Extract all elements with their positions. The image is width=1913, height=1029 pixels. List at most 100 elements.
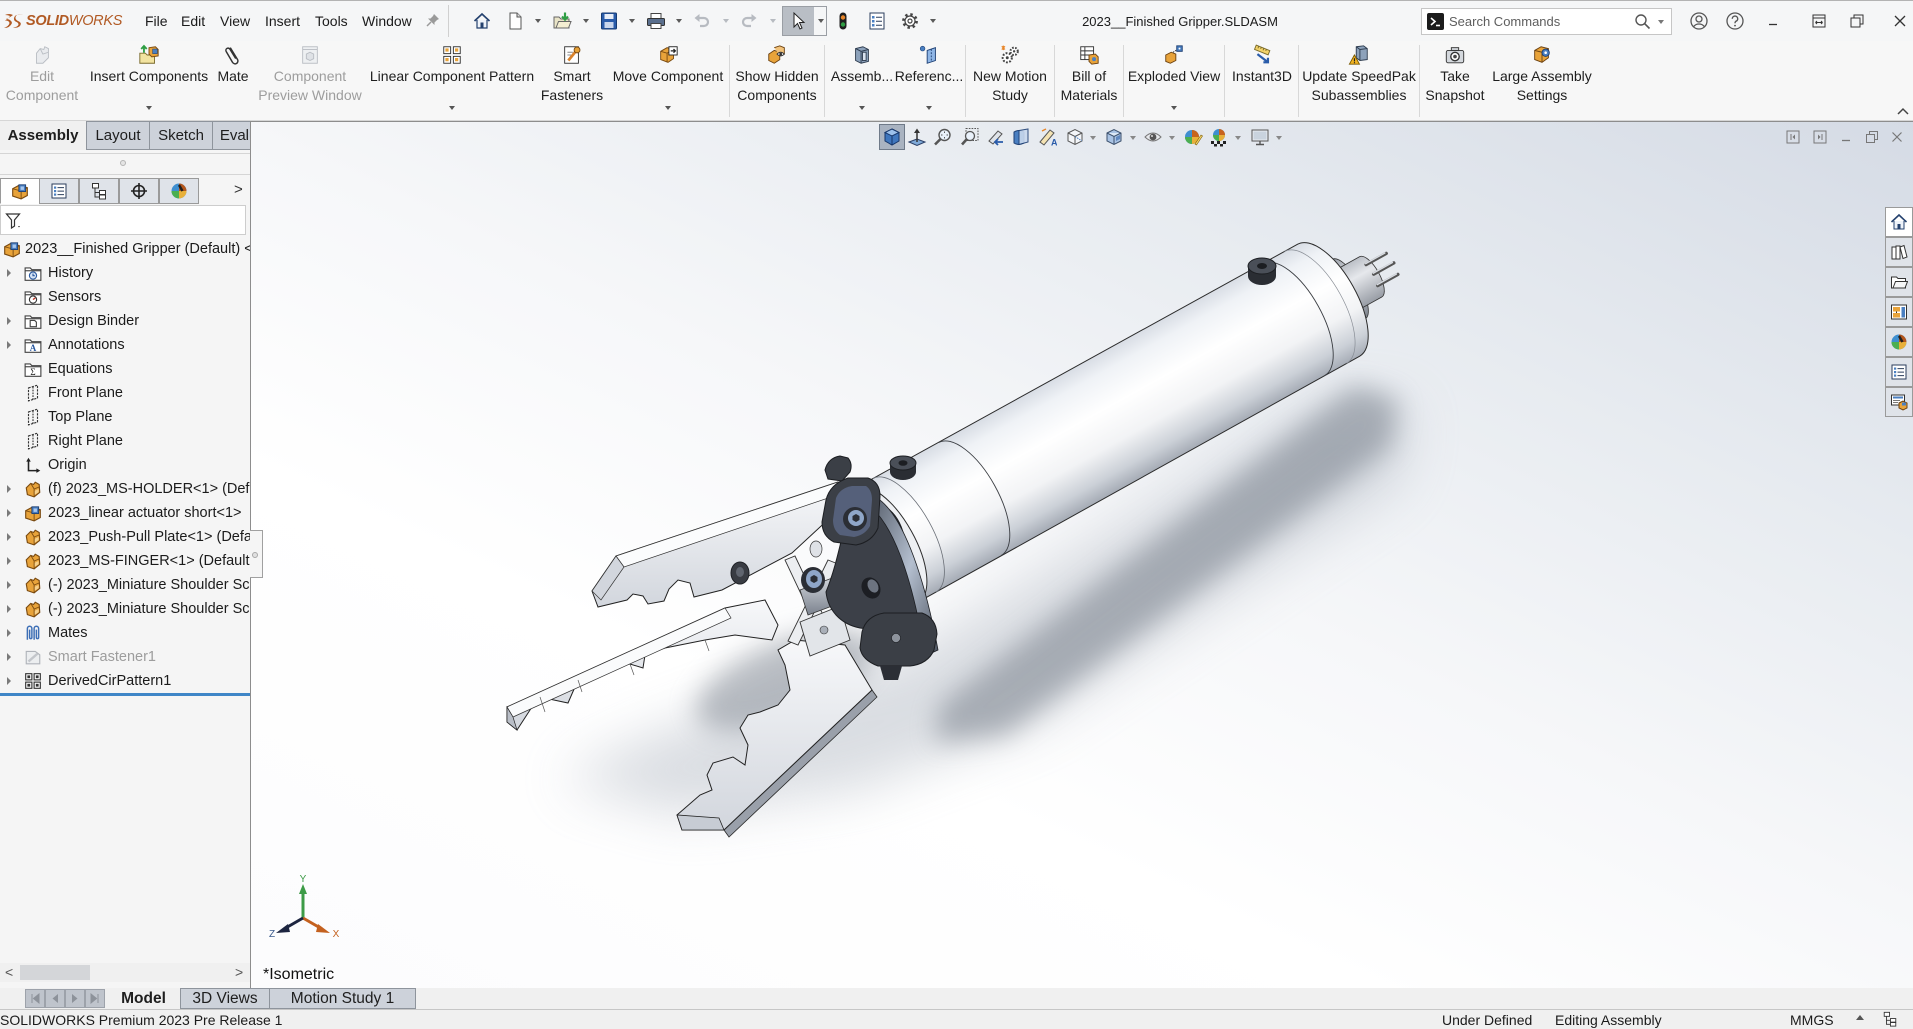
panel-splitter-handle[interactable]: [120, 160, 126, 166]
tree-item-design-binder[interactable]: Design Binder: [0, 309, 250, 333]
unit-system[interactable]: MMGS: [1790, 1011, 1834, 1029]
viewport-minimize-icon[interactable]: [1838, 129, 1854, 145]
scroll-left-button[interactable]: <: [5, 963, 13, 982]
more-tabs-arrow[interactable]: >: [234, 180, 243, 200]
unit-menu-caret-icon[interactable]: [1856, 1014, 1864, 1020]
tree-item-ms-holder[interactable]: (f) 2023_MS-HOLDER<1> (Def: [0, 477, 250, 501]
insert-components-button[interactable]: Insert Components: [89, 41, 209, 121]
hide-show-items-icon[interactable]: [1143, 127, 1163, 147]
expand-arrow-icon[interactable]: [7, 605, 11, 613]
linear-component-pattern-dropdown[interactable]: [449, 106, 455, 110]
view-cube-icon[interactable]: [882, 127, 902, 147]
tree-item-linear-actuator[interactable]: 2023_linear actuator short<1>: [0, 501, 250, 525]
display-style-dropdown[interactable]: [1130, 136, 1136, 140]
edit-component-button[interactable]: Edit Component: [3, 41, 81, 121]
filter-icon[interactable]: [5, 212, 23, 230]
smart-fasteners-button[interactable]: Smart Fasteners: [540, 41, 604, 121]
tree-item-right-plane[interactable]: Right Plane: [0, 429, 250, 453]
large-assembly-settings-button[interactable]: Large Assembly Settings: [1490, 41, 1594, 121]
assembly-features-button[interactable]: Assemb...: [829, 41, 895, 121]
expand-arrow-icon[interactable]: [7, 653, 11, 661]
view-orientation-dropdown[interactable]: [1090, 136, 1096, 140]
expand-arrow-icon[interactable]: [7, 533, 11, 541]
scrollbar-thumb[interactable]: [20, 965, 90, 980]
tree-item-history[interactable]: History: [0, 261, 250, 285]
save-icon[interactable]: [599, 11, 619, 31]
close-icon[interactable]: [1890, 11, 1910, 31]
instant3d-button[interactable]: Instant3D: [1229, 41, 1295, 121]
save-dropdown[interactable]: [629, 19, 635, 23]
task-pane-tab-resources[interactable]: [1885, 207, 1913, 237]
expand-arrow-icon[interactable]: [7, 317, 11, 325]
expand-arrow-icon[interactable]: [7, 581, 11, 589]
configurationmanager-tab[interactable]: [79, 178, 119, 204]
options-dropdown[interactable]: [930, 19, 936, 23]
menu-tools[interactable]: Tools: [315, 11, 348, 31]
restore-icon[interactable]: [1847, 11, 1867, 31]
viewport-restore-icon[interactable]: [1864, 129, 1880, 145]
move-component-button[interactable]: Move Component: [610, 41, 726, 121]
collapse-ribbon-icon[interactable]: [1897, 107, 1909, 115]
tab-layout[interactable]: Layout: [86, 121, 150, 150]
display-style-icon[interactable]: [1104, 127, 1124, 147]
bill-of-materials-button[interactable]: Bill of Materials: [1057, 41, 1121, 121]
viewport-close-icon[interactable]: [1889, 129, 1905, 145]
menu-window[interactable]: Window: [362, 11, 412, 31]
move-component-dropdown[interactable]: [665, 106, 671, 110]
solidworks-logo[interactable]: SOLIDWORKS: [3, 10, 122, 32]
assembly-features-dropdown[interactable]: [859, 106, 865, 110]
displaymanager-tab[interactable]: [159, 178, 199, 204]
search-options-dropdown[interactable]: [1658, 20, 1664, 24]
rollback-bar[interactable]: [0, 693, 250, 696]
undo-icon[interactable]: [692, 11, 712, 31]
propertymanager-tab[interactable]: [39, 178, 79, 204]
scroll-right-button[interactable]: >: [235, 963, 243, 982]
model-graphics[interactable]: Y X Z: [251, 122, 1913, 988]
panel-horizontal-scrollbar[interactable]: < >: [0, 963, 250, 982]
task-pane-tab-custom-properties[interactable]: [1885, 357, 1913, 387]
home-icon[interactable]: [472, 11, 492, 31]
menu-file[interactable]: File: [145, 11, 168, 31]
zoom-to-area-icon[interactable]: [960, 127, 980, 147]
tab-motion-study-1[interactable]: Motion Study 1: [269, 988, 416, 1009]
viewport-prev-icon[interactable]: [1785, 129, 1801, 145]
viewport-next-icon[interactable]: [1812, 129, 1828, 145]
minimize-icon[interactable]: [1763, 11, 1783, 31]
tree-item-annotations[interactable]: Annotations: [0, 333, 250, 357]
new-document-icon[interactable]: [505, 11, 525, 31]
tree-item-front-plane[interactable]: Front Plane: [0, 381, 250, 405]
expand-arrow-icon[interactable]: [7, 269, 11, 277]
previous-view-icon[interactable]: [986, 127, 1006, 147]
expand-arrow-icon[interactable]: [7, 485, 11, 493]
file-properties-icon[interactable]: [867, 11, 887, 31]
tree-item-sensors[interactable]: Sensors: [0, 285, 250, 309]
edit-appearance-icon[interactable]: [1183, 127, 1203, 147]
search-placeholder[interactable]: Search Commands: [1449, 13, 1560, 30]
tab-sketch[interactable]: Sketch: [149, 121, 213, 150]
expand-arrow-icon[interactable]: [7, 557, 11, 565]
user-account-icon[interactable]: [1689, 11, 1709, 31]
tree-item-origin[interactable]: Origin: [0, 453, 250, 477]
tree-item-smart-fastener[interactable]: Smart Fastener1: [0, 645, 250, 669]
task-pane-tab-file-explorer[interactable]: [1885, 267, 1913, 297]
options-icon[interactable]: [900, 11, 920, 31]
new-document-dropdown[interactable]: [535, 19, 541, 23]
expand-arrow-icon[interactable]: [7, 509, 11, 517]
tab-3d-views[interactable]: 3D Views: [180, 988, 270, 1009]
tree-item-shoulder-screw-1[interactable]: (-) 2023_Miniature Shoulder Sc: [0, 573, 250, 597]
panel-collapse-handle[interactable]: [250, 530, 263, 578]
print-dropdown[interactable]: [676, 19, 682, 23]
show-hidden-components-button[interactable]: Show Hidden Components: [734, 41, 820, 121]
tile-icon[interactable]: [1809, 11, 1829, 31]
linear-component-pattern-button[interactable]: Linear Component Pattern: [369, 41, 535, 121]
tree-item-derived-cir-pattern[interactable]: DerivedCirPattern1: [0, 669, 250, 693]
section-view-icon[interactable]: [1011, 127, 1031, 147]
menu-insert[interactable]: Insert: [265, 11, 300, 31]
redo-dropdown[interactable]: [770, 19, 776, 23]
hide-show-items-dropdown[interactable]: [1169, 136, 1175, 140]
update-speedpak-button[interactable]: Update SpeedPak Subassemblies: [1302, 41, 1416, 121]
take-snapshot-button[interactable]: Take Snapshot: [1424, 41, 1486, 121]
menu-edit[interactable]: Edit: [181, 11, 205, 31]
view-settings-icon[interactable]: [1250, 127, 1270, 147]
search-commands-box[interactable]: Search Commands: [1421, 8, 1672, 35]
